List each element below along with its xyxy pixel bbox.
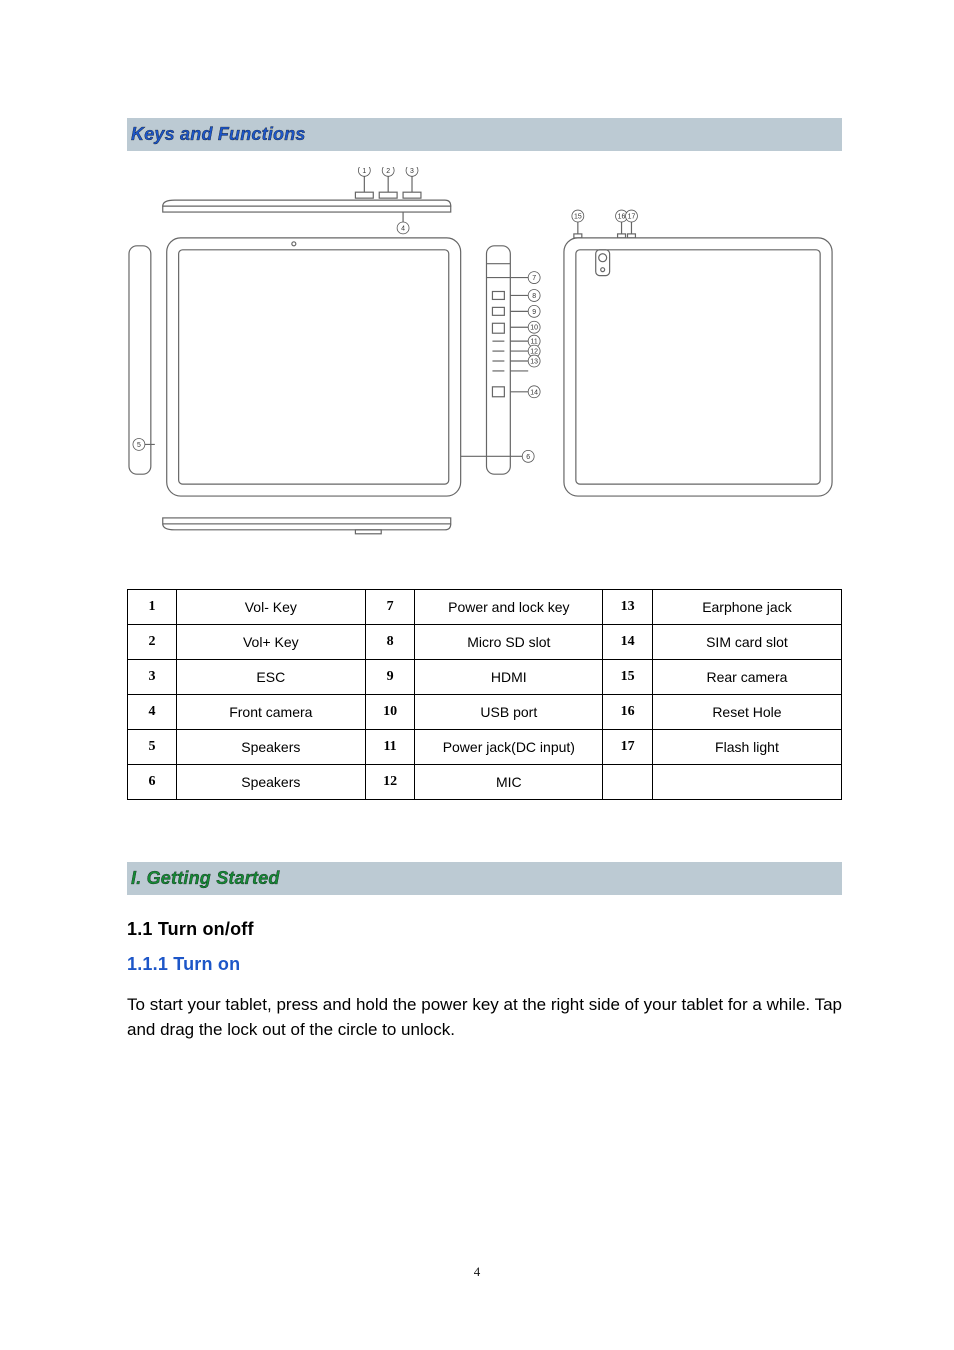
svg-text:1: 1 xyxy=(362,168,366,175)
keys-functions-table: 1Vol- Key7Power and lock key13Earphone j… xyxy=(127,589,842,800)
svg-text:2: 2 xyxy=(386,168,390,175)
page-number: 4 xyxy=(0,1264,954,1280)
device-diagram: 1 2 3 4 5 6 7 8 9 10 11 12 13 14 15 16 1… xyxy=(127,167,842,557)
svg-text:16: 16 xyxy=(618,214,626,221)
key-function: ESC xyxy=(176,660,365,695)
key-function: Flash light xyxy=(652,730,841,765)
key-function: USB port xyxy=(415,695,603,730)
key-number: 5 xyxy=(128,730,177,765)
svg-text:8: 8 xyxy=(532,293,536,300)
key-function: Speakers xyxy=(176,730,365,765)
key-number: 6 xyxy=(128,765,177,800)
key-number: 9 xyxy=(365,660,415,695)
key-number: 17 xyxy=(603,730,653,765)
key-function: Power jack(DC input) xyxy=(415,730,603,765)
heading-1-1-1: 1.1.1 Turn on xyxy=(127,954,842,975)
key-function: Speakers xyxy=(176,765,365,800)
table-row: 6Speakers12MIC xyxy=(128,765,842,800)
key-number: 13 xyxy=(603,590,653,625)
device-diagram-svg: 1 2 3 4 5 6 7 8 9 10 11 12 13 14 15 16 1… xyxy=(127,167,842,557)
section-title: I. Getting Started xyxy=(131,868,280,888)
key-function: Power and lock key xyxy=(415,590,603,625)
table-row: 5Speakers11Power jack(DC input)17Flash l… xyxy=(128,730,842,765)
svg-text:6: 6 xyxy=(526,454,530,461)
key-function: Rear camera xyxy=(652,660,841,695)
key-function: HDMI xyxy=(415,660,603,695)
heading-1-1: 1.1 Turn on/off xyxy=(127,919,842,940)
svg-text:15: 15 xyxy=(574,214,582,221)
key-number: 16 xyxy=(603,695,653,730)
table-row: 2Vol+ Key8Micro SD slot14SIM card slot xyxy=(128,625,842,660)
key-function: Front camera xyxy=(176,695,365,730)
key-number: 4 xyxy=(128,695,177,730)
section-keys-functions: Keys and Functions xyxy=(127,118,842,151)
svg-text:17: 17 xyxy=(628,214,636,221)
svg-text:12: 12 xyxy=(530,349,538,356)
svg-text:3: 3 xyxy=(410,168,414,175)
svg-text:13: 13 xyxy=(530,358,538,365)
key-number: 15 xyxy=(603,660,653,695)
key-function: MIC xyxy=(415,765,603,800)
key-number: 12 xyxy=(365,765,415,800)
key-function: Vol- Key xyxy=(176,590,365,625)
section-title: Keys and Functions xyxy=(131,124,306,144)
table-row: 4Front camera10USB port16Reset Hole xyxy=(128,695,842,730)
svg-text:4: 4 xyxy=(401,225,405,232)
key-number: 3 xyxy=(128,660,177,695)
key-function: Vol+ Key xyxy=(176,625,365,660)
key-function: Reset Hole xyxy=(652,695,841,730)
svg-text:5: 5 xyxy=(137,442,141,449)
key-function: SIM card slot xyxy=(652,625,841,660)
key-number: 8 xyxy=(365,625,415,660)
key-function: Earphone jack xyxy=(652,590,841,625)
key-number: 1 xyxy=(128,590,177,625)
svg-text:14: 14 xyxy=(530,389,538,396)
svg-text:9: 9 xyxy=(532,309,536,316)
key-number: 11 xyxy=(365,730,415,765)
section-getting-started: I. Getting Started xyxy=(127,862,842,895)
key-number xyxy=(603,765,653,800)
key-number: 2 xyxy=(128,625,177,660)
table-row: 3ESC9HDMI15Rear camera xyxy=(128,660,842,695)
svg-text:7: 7 xyxy=(532,275,536,282)
key-number: 10 xyxy=(365,695,415,730)
key-function xyxy=(652,765,841,800)
key-function: Micro SD slot xyxy=(415,625,603,660)
body-paragraph: To start your tablet, press and hold the… xyxy=(127,993,842,1042)
table-row: 1Vol- Key7Power and lock key13Earphone j… xyxy=(128,590,842,625)
svg-text:10: 10 xyxy=(530,325,538,332)
key-number: 14 xyxy=(603,625,653,660)
svg-text:11: 11 xyxy=(531,339,538,346)
key-number: 7 xyxy=(365,590,415,625)
